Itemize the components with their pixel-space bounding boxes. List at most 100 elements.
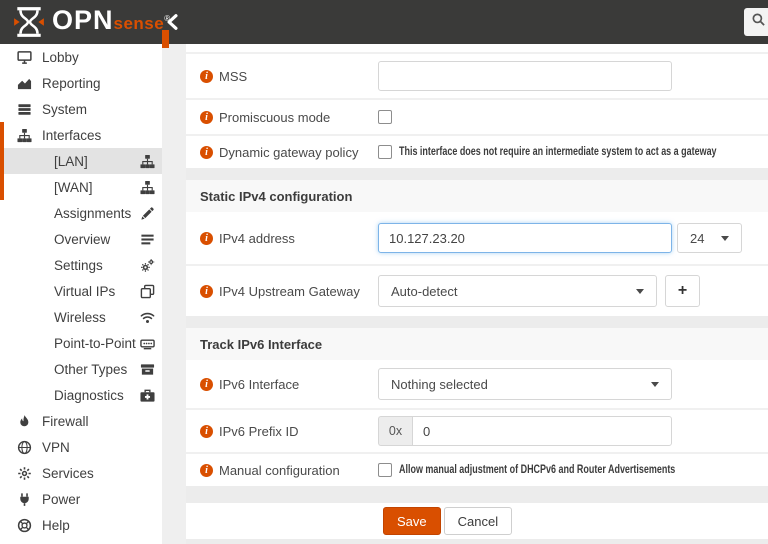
sidebar-item-label: Virtual IPs bbox=[54, 284, 115, 299]
sidebar-item-diagnostics[interactable]: Diagnostics bbox=[0, 382, 162, 408]
sidebar-item-label: Assignments bbox=[54, 206, 131, 221]
sidebar-item-power[interactable]: Power bbox=[0, 486, 162, 512]
dynamic-gateway-checkbox[interactable] bbox=[378, 145, 392, 159]
form-row-dynamic-gateway: i Dynamic gateway policy This interface … bbox=[186, 136, 768, 168]
form-row-ipv6-interface: i IPv6 Interface Nothing selected bbox=[186, 360, 768, 408]
ipv4-gateway-label: IPv4 Upstream Gateway bbox=[219, 284, 360, 299]
form-actions: Save Cancel bbox=[186, 503, 768, 539]
opnsense-app: OPNsense® Lobby Reporting System Interfaces… bbox=[0, 0, 768, 544]
ipv6-interface-label: IPv6 Interface bbox=[219, 377, 299, 392]
sidebar-item-lobby[interactable]: Lobby bbox=[0, 44, 162, 70]
ipv6-prefix-input[interactable] bbox=[412, 416, 672, 446]
sidebar-item-label: Lobby bbox=[42, 50, 79, 65]
mss-input[interactable] bbox=[378, 61, 672, 91]
add-gateway-button[interactable]: + bbox=[665, 275, 700, 307]
sidebar-item-label: Interfaces bbox=[42, 128, 101, 143]
info-icon[interactable]: i bbox=[200, 111, 213, 124]
info-icon[interactable]: i bbox=[200, 146, 213, 159]
sidebar-item-firewall[interactable]: Firewall bbox=[0, 408, 162, 434]
form-row-manual-config: i Manual configuration Allow manual adju… bbox=[186, 454, 768, 486]
sidebar-item-label: Settings bbox=[54, 258, 103, 273]
globe-icon bbox=[16, 439, 32, 455]
mss-label: MSS bbox=[219, 69, 247, 84]
sidebar-item-other-types[interactable]: Other Types bbox=[0, 356, 162, 382]
search-input[interactable] bbox=[744, 8, 768, 36]
sidebar-item-assignments[interactable]: Assignments bbox=[0, 200, 162, 226]
archive-icon bbox=[140, 362, 155, 377]
clone-icon bbox=[140, 284, 155, 299]
sidebar-collapse-button[interactable] bbox=[165, 14, 181, 30]
wifi-icon bbox=[140, 310, 155, 325]
info-icon[interactable]: i bbox=[200, 70, 213, 83]
caret-down-icon bbox=[721, 236, 729, 241]
save-button[interactable]: Save bbox=[383, 507, 441, 535]
sidebar-item-services[interactable]: Services bbox=[0, 460, 162, 486]
sitemap-icon bbox=[16, 127, 32, 143]
ipv4-cidr-select[interactable]: 24 bbox=[677, 223, 742, 253]
form-row-ipv4-gateway: i IPv4 Upstream Gateway Auto-detect + bbox=[186, 266, 768, 316]
section-header-track-ipv6: Track IPv6 Interface bbox=[186, 328, 768, 360]
sidebar-item-label: Reporting bbox=[42, 76, 101, 91]
ipv6-prefix-addon: 0x bbox=[378, 416, 412, 446]
sidebar-item-lan[interactable]: [LAN] bbox=[0, 148, 162, 174]
cancel-button[interactable]: Cancel bbox=[444, 507, 512, 535]
brand[interactable]: OPNsense® bbox=[12, 4, 170, 43]
dynamic-gateway-checkbox-text: This interface does not require an inter… bbox=[399, 146, 717, 158]
pencil-icon bbox=[140, 206, 155, 221]
sidebar-item-interfaces[interactable]: Interfaces bbox=[0, 122, 162, 148]
ipv4-gateway-select[interactable]: Auto-detect bbox=[378, 275, 657, 307]
info-icon[interactable]: i bbox=[200, 378, 213, 391]
sidebar-item-label: Diagnostics bbox=[54, 388, 124, 403]
sitemap-icon bbox=[140, 180, 155, 195]
form-row-mss: i MSS bbox=[186, 54, 768, 98]
sidebar-item-label: Help bbox=[42, 518, 70, 533]
sidebar-item-overview[interactable]: Overview bbox=[0, 226, 162, 252]
sidebar-item-label: VPN bbox=[42, 440, 70, 455]
ipv4-address-label: IPv4 address bbox=[219, 231, 295, 246]
opnsense-logo-icon bbox=[12, 6, 46, 43]
section-header-static-ipv4: Static IPv4 configuration bbox=[186, 180, 768, 212]
manual-config-checkbox-text: Allow manual adjustment of DHCPv6 and Ro… bbox=[399, 464, 675, 476]
form-row-ipv6-prefix: i IPv6 Prefix ID 0x bbox=[186, 410, 768, 452]
cogs-icon bbox=[140, 258, 155, 273]
sidebar-item-help[interactable]: Help bbox=[0, 512, 162, 538]
sidebar-item-label: Firewall bbox=[42, 414, 89, 429]
promiscuous-checkbox[interactable] bbox=[378, 110, 392, 124]
life-ring-icon bbox=[16, 517, 32, 533]
dynamic-gateway-label: Dynamic gateway policy bbox=[219, 145, 358, 160]
fire-icon bbox=[16, 413, 32, 429]
info-icon[interactable]: i bbox=[200, 285, 213, 298]
sidebar-item-reporting[interactable]: Reporting bbox=[0, 70, 162, 96]
info-icon[interactable]: i bbox=[200, 425, 213, 438]
form-row-promiscuous: i Promiscuous mode bbox=[186, 100, 768, 134]
sidebar-item-label: [LAN] bbox=[54, 154, 88, 169]
sitemap-icon bbox=[140, 154, 155, 169]
info-icon[interactable]: i bbox=[200, 232, 213, 245]
brand-sense: sense bbox=[114, 14, 165, 34]
sidebar-item-settings[interactable]: Settings bbox=[0, 252, 162, 278]
sidebar-item-point-to-point[interactable]: Point-to-Point bbox=[0, 330, 162, 356]
sidebar-item-system[interactable]: System bbox=[0, 96, 162, 122]
sidebar-item-label: Services bbox=[42, 466, 94, 481]
manual-config-label: Manual configuration bbox=[219, 463, 340, 478]
manual-config-checkbox[interactable] bbox=[378, 463, 392, 477]
search-icon bbox=[751, 12, 766, 32]
ipv6-interface-value: Nothing selected bbox=[391, 377, 488, 392]
sidebar-item-virtual-ips[interactable]: Virtual IPs bbox=[0, 278, 162, 304]
ipv6-interface-select[interactable]: Nothing selected bbox=[378, 368, 672, 400]
sidebar-item-label: System bbox=[42, 102, 87, 117]
desktop-icon bbox=[16, 49, 32, 65]
sidebar-item-label: Wireless bbox=[54, 310, 106, 325]
brand-opn: OPN bbox=[52, 5, 114, 35]
info-icon[interactable]: i bbox=[200, 464, 213, 477]
sidebar-item-vpn[interactable]: VPN bbox=[0, 434, 162, 460]
sidebar-item-label: [WAN] bbox=[54, 180, 93, 195]
sidebar-item-wireless[interactable]: Wireless bbox=[0, 304, 162, 330]
ipv4-address-input[interactable] bbox=[378, 223, 672, 253]
top-navbar: OPNsense® bbox=[0, 0, 768, 44]
sidebar-item-wan[interactable]: [WAN] bbox=[0, 174, 162, 200]
caret-down-icon bbox=[636, 289, 644, 294]
system-icon bbox=[16, 101, 32, 117]
plug-icon bbox=[16, 491, 32, 507]
sidebar-scrollbar-thumb[interactable] bbox=[162, 30, 169, 48]
